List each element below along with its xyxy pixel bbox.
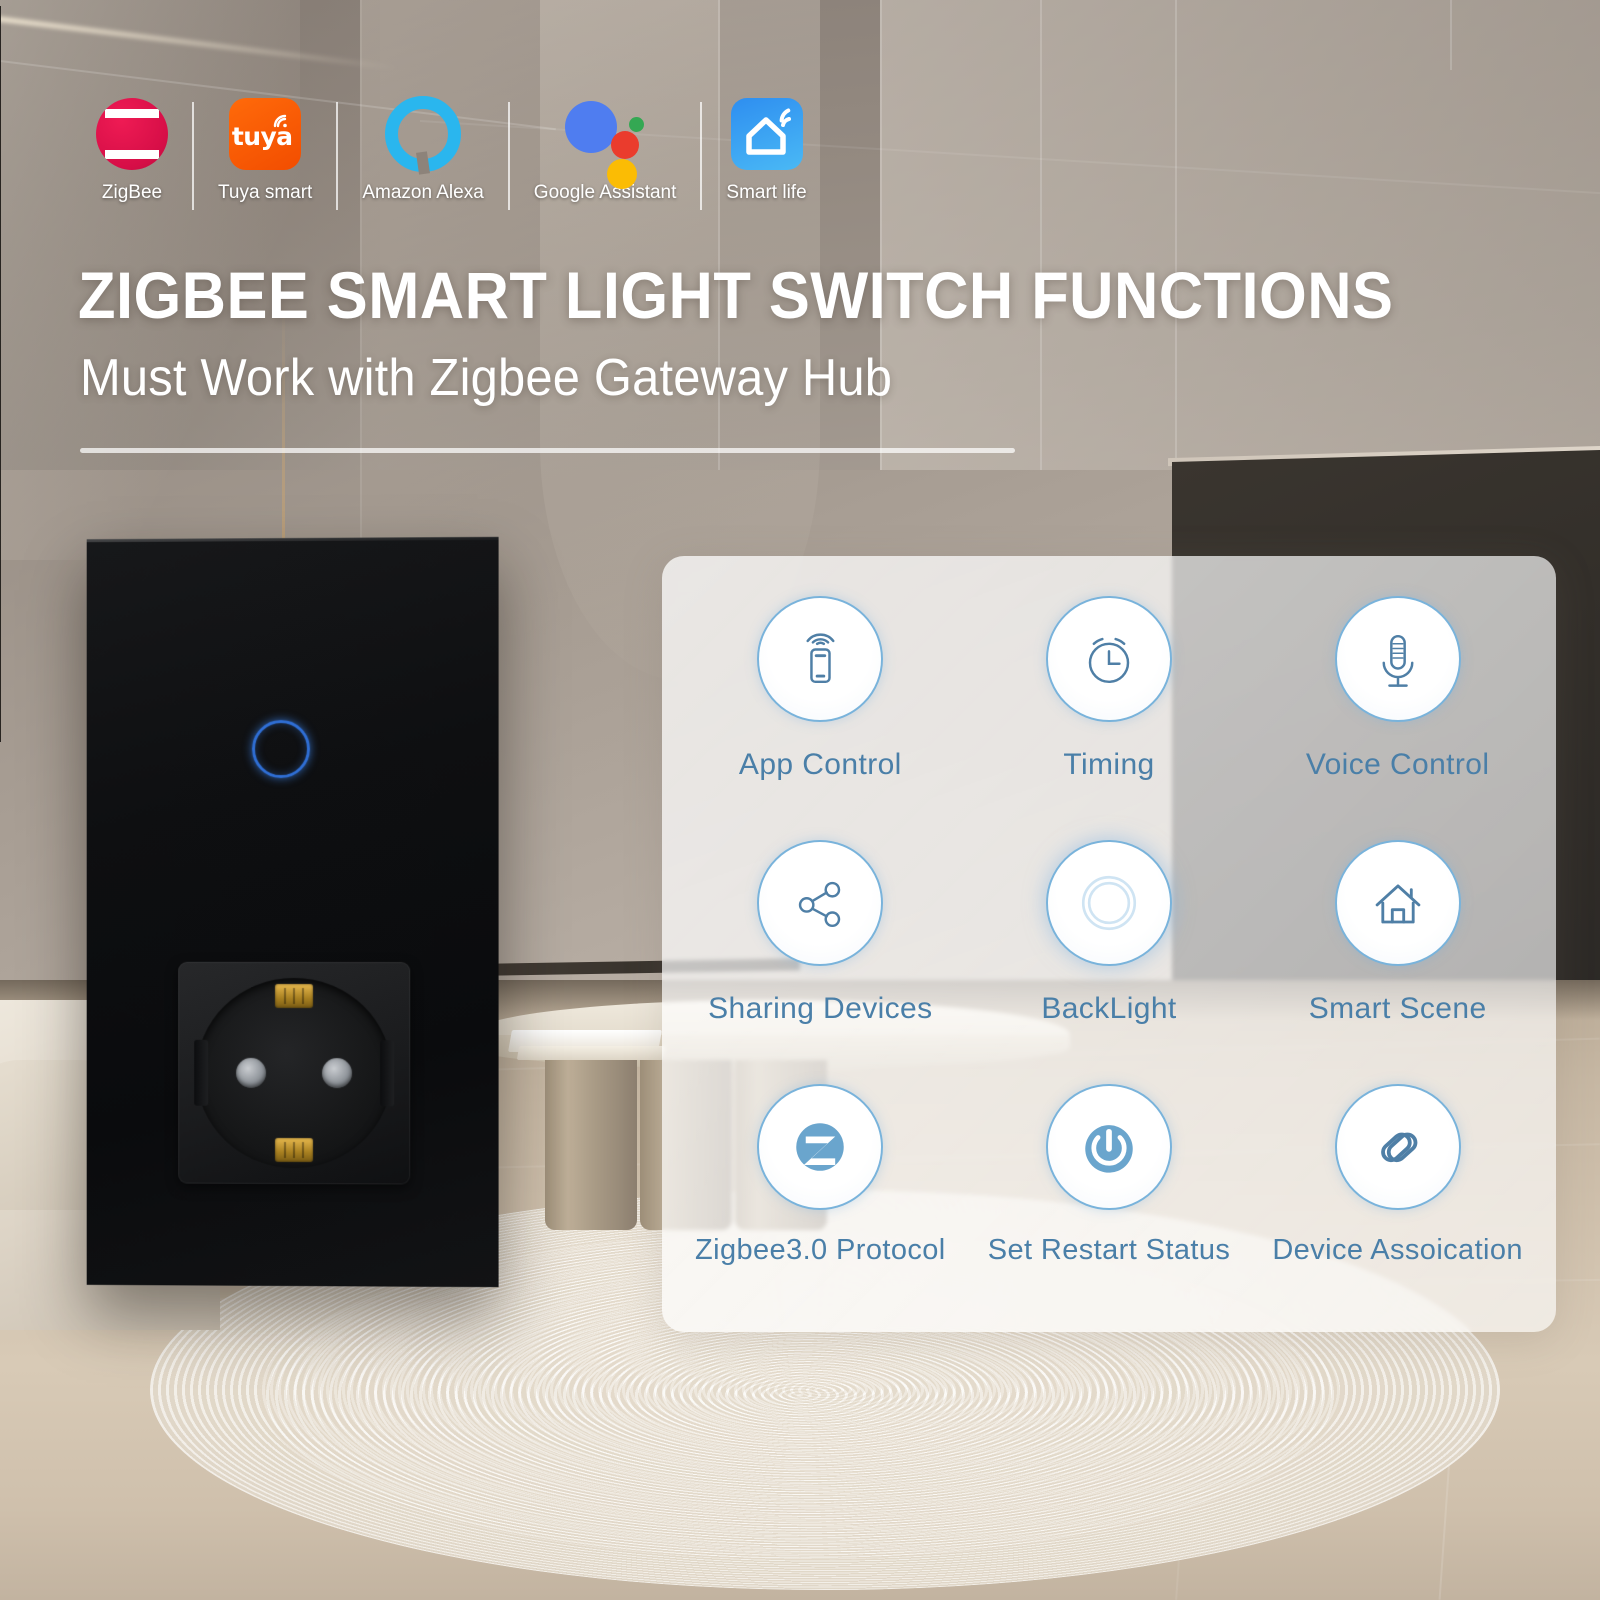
- smart-life-logo-icon: [730, 96, 803, 172]
- brand-zigbee: ZigBee: [72, 96, 192, 204]
- features-glass-panel: App Control Timing Voice Control Sharing…: [662, 556, 1556, 1332]
- pendant-lamp-cord: [282, 300, 285, 550]
- tuya-logo-icon: tuya: [229, 96, 302, 172]
- brand-label: Smart life: [726, 182, 807, 203]
- brand-alexa: Amazon Alexa: [338, 96, 507, 204]
- brand-label: Google Assistant: [533, 182, 677, 203]
- microphone-icon: [1334, 596, 1461, 722]
- feature-smart-scene[interactable]: Smart Scene: [1253, 826, 1542, 1070]
- google-assistant-logo-icon: [565, 96, 645, 189]
- brand-label: ZigBee: [101, 182, 163, 203]
- feature-timing[interactable]: Timing: [965, 582, 1254, 826]
- wifi-wave-icon: [273, 114, 287, 128]
- power-button-icon: [1045, 1084, 1172, 1210]
- feature-label: Set Restart Status: [987, 1234, 1231, 1266]
- brand-label: Amazon Alexa: [362, 182, 484, 203]
- brand-tuya: tuya Tuya smart: [194, 96, 336, 204]
- home-house-icon: [1334, 840, 1461, 966]
- socket-pin-hole-left: [236, 1057, 267, 1088]
- feature-label: App Control: [738, 748, 902, 781]
- feature-label: BackLight: [1041, 992, 1177, 1025]
- brand-google-assistant: Google Assistant: [510, 96, 701, 204]
- feature-sharing-devices[interactable]: Sharing Devices: [676, 826, 965, 1070]
- socket-earth-clip-bottom: [275, 1137, 314, 1163]
- cabinet-seam: [1450, 0, 1452, 70]
- socket-well: [194, 977, 395, 1169]
- brand-smart-life: Smart life: [702, 96, 830, 204]
- feature-label: Sharing Devices: [708, 992, 933, 1025]
- amazon-alexa-logo-icon: [385, 96, 462, 175]
- zigbee-smart-switch-device: [86, 536, 499, 1288]
- home-wifi-icon: [745, 108, 791, 155]
- page-title: ZIGBEE SMART LIGHT SWITCH FUNCTIONS: [78, 258, 1394, 332]
- feature-label: Device Assoication: [1272, 1234, 1523, 1266]
- table-book: [516, 1046, 666, 1060]
- zigbee-badge-icon: [757, 1084, 884, 1210]
- feature-set-restart-status[interactable]: Set Restart Status: [965, 1070, 1254, 1314]
- app-control-icon: [757, 596, 884, 722]
- socket-earth-notch: [380, 1040, 395, 1107]
- brand-label: Tuya smart: [218, 182, 313, 203]
- socket-earth-notch: [194, 1039, 209, 1106]
- feature-zigbee-protocol[interactable]: Zigbee3.0 Protocol: [676, 1070, 965, 1314]
- socket-earth-clip-top: [275, 983, 314, 1009]
- backlight-ring-icon: [1045, 840, 1172, 966]
- link-chain-icon: [1334, 1084, 1461, 1210]
- feature-voice-control[interactable]: Voice Control: [1253, 582, 1542, 826]
- feature-label: Voice Control: [1305, 748, 1490, 781]
- title-underline-rule: [80, 448, 1015, 453]
- feature-label: Zigbee3.0 Protocol: [695, 1234, 946, 1266]
- compatibility-brand-row: ZigBee tuya Tuya smart Amazon Alexa Goog…: [72, 96, 831, 226]
- coffee-table-leg: [545, 1060, 637, 1230]
- feature-backlight[interactable]: BackLight: [965, 826, 1254, 1070]
- schuko-socket: [178, 961, 411, 1185]
- feature-app-control[interactable]: App Control: [676, 582, 965, 826]
- socket-pin-hole-right: [322, 1058, 353, 1089]
- zigbee-logo-icon: [96, 96, 168, 172]
- feature-device-association[interactable]: Device Assoication: [1253, 1070, 1542, 1314]
- share-nodes-icon: [757, 840, 884, 966]
- feature-label: Smart Scene: [1308, 992, 1487, 1025]
- page-subtitle: Must Work with Zigbee Gateway Hub: [80, 349, 893, 407]
- feature-label: Timing: [1063, 748, 1155, 781]
- device-left-edge: [0, 6, 1, 742]
- features-grid: App Control Timing Voice Control Sharing…: [662, 556, 1556, 1332]
- touch-indicator-ring[interactable]: [252, 719, 310, 779]
- alarm-clock-icon: [1045, 596, 1172, 722]
